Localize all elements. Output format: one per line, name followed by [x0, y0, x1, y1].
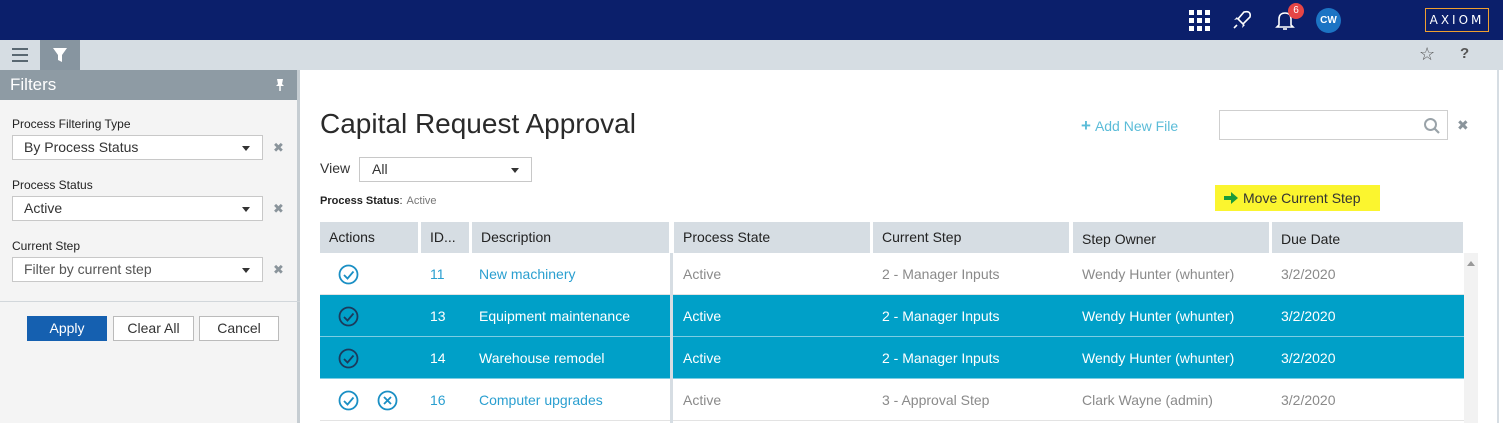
cell-current-step: 3 - Approval Step [882, 392, 990, 408]
clear-all-button[interactable]: Clear All [113, 316, 194, 341]
clear-search-icon[interactable]: ✖ [1457, 117, 1469, 134]
cell-description[interactable]: Computer upgrades [470, 379, 603, 421]
view-label: View [320, 160, 351, 176]
user-avatar[interactable]: CW [1316, 8, 1341, 33]
column-header-actions[interactable]: Actions [320, 222, 418, 253]
view-select[interactable]: All [359, 157, 532, 182]
add-new-file-label: Add New File [1094, 118, 1179, 134]
search-icon[interactable] [1423, 117, 1441, 135]
current-step-select[interactable]: Filter by current step [12, 257, 263, 282]
vertical-scrollbar[interactable] [1464, 253, 1478, 423]
approve-check-icon[interactable] [338, 264, 359, 285]
reject-x-icon[interactable] [377, 390, 398, 411]
column-header-process-state[interactable]: Process State [674, 222, 870, 253]
clear-process-filtering-type-icon[interactable]: ✖ [273, 140, 284, 156]
chevron-down-icon [242, 146, 250, 151]
frozen-column-separator [670, 253, 673, 423]
approve-check-icon[interactable] [338, 348, 359, 369]
axiom-logo: AXIOM [1425, 8, 1489, 32]
plus-icon: + [1081, 116, 1091, 135]
column-header-id[interactable]: ID... [421, 222, 469, 253]
process-status-select[interactable]: Active [12, 196, 263, 221]
process-status-summary: Process Status: Active [320, 195, 437, 207]
cell-due-date: 3/2/2020 [1281, 266, 1336, 282]
cell-due-date: 3/2/2020 [1281, 392, 1336, 408]
table-header-row: Actions ID... Description Process State … [320, 222, 1464, 253]
current-step-label: Current Step [12, 239, 81, 253]
funnel-icon [53, 48, 67, 62]
notification-count-badge: 6 [1288, 3, 1304, 19]
approve-check-icon[interactable] [338, 306, 359, 327]
table-row[interactable]: 11 New machinery Active 2 - Manager Inputs W… [320, 253, 1464, 295]
move-current-step-label: Move Current Step [1243, 190, 1361, 206]
cell-current-step: 2 - Manager Inputs [882, 266, 1000, 282]
cell-description[interactable]: New machinery [470, 253, 575, 295]
scroll-up-icon[interactable] [1467, 261, 1475, 266]
cell-step-owner: Wendy Hunter (whunter) [1082, 350, 1235, 366]
cell-step-owner: Wendy Hunter (whunter) [1082, 266, 1235, 282]
clear-current-step-icon[interactable]: ✖ [273, 262, 284, 278]
filters-divider [0, 301, 300, 302]
approve-check-icon[interactable] [338, 390, 359, 411]
filter-toggle-button[interactable] [40, 40, 80, 70]
chevron-down-icon [242, 268, 250, 273]
move-current-step-button[interactable]: Move Current Step [1215, 185, 1380, 211]
right-edge-border [1497, 70, 1499, 423]
clear-process-status-icon[interactable]: ✖ [273, 201, 284, 217]
process-status-summary-label: Process Status [320, 195, 400, 207]
cell-step-owner: Clark Wayne (admin) [1082, 392, 1213, 408]
filters-panel-header: Filters [0, 70, 297, 100]
cell-process-state: Active [683, 308, 722, 324]
hamburger-menu-icon[interactable] [0, 40, 40, 70]
cell-due-date: 3/2/2020 [1281, 350, 1336, 366]
cell-process-state: Active [683, 392, 722, 408]
process-status-value: Active [24, 200, 63, 216]
cell-id[interactable]: 14 [421, 337, 446, 379]
column-header-description[interactable]: Description [472, 222, 669, 253]
chevron-down-icon [242, 207, 250, 212]
process-filtering-type-value: By Process Status [24, 139, 139, 155]
pin-icon[interactable] [275, 78, 285, 92]
filters-title: Filters [10, 75, 57, 94]
cell-id[interactable]: 13 [421, 295, 446, 337]
cell-id[interactable]: 11 [421, 253, 445, 295]
arrow-right-icon [1224, 192, 1238, 204]
cell-due-date: 3/2/2020 [1281, 308, 1336, 324]
cell-current-step: 2 - Manager Inputs [882, 350, 1000, 366]
apply-button[interactable]: Apply [27, 316, 107, 341]
cell-id[interactable]: 16 [421, 379, 446, 421]
process-filtering-type-label: Process Filtering Type [12, 117, 131, 131]
help-icon[interactable]: ? [1460, 45, 1469, 62]
process-status-label: Process Status [12, 178, 93, 192]
process-status-summary-value: Active [406, 195, 437, 207]
search-input[interactable] [1219, 110, 1448, 140]
chevron-down-icon [511, 168, 519, 173]
page-title: Capital Request Approval [320, 108, 636, 139]
column-header-current-step[interactable]: Current Step [873, 222, 1069, 253]
toolbar [0, 40, 1503, 70]
table-row[interactable]: 14 Warehouse remodel Active 2 - Manager Inp… [320, 337, 1464, 379]
current-step-placeholder: Filter by current step [24, 261, 152, 277]
top-navigation-bar: 6 CW AXIOM [0, 0, 1503, 40]
filters-panel: Filters Process Filtering Type By Proces… [0, 70, 300, 423]
column-header-due-date[interactable]: Due Date [1272, 222, 1463, 253]
add-new-file-link[interactable]: + Add New File [1081, 116, 1178, 136]
table-row[interactable]: 16 Computer upgrades Active 3 - Approval St… [320, 379, 1464, 421]
cancel-button[interactable]: Cancel [199, 316, 279, 341]
table-row[interactable]: 13 Equipment maintenance Active 2 - Manager… [320, 295, 1464, 337]
column-header-step-owner[interactable]: Step Owner [1073, 222, 1269, 253]
process-table: Actions ID... Description Process State … [320, 222, 1464, 423]
view-value: All [372, 161, 388, 177]
cell-step-owner: Wendy Hunter (whunter) [1082, 308, 1235, 324]
rocket-icon[interactable] [1230, 8, 1254, 32]
cell-process-state: Active [683, 350, 722, 366]
apps-grid-icon[interactable] [1187, 8, 1211, 32]
cell-description[interactable]: Warehouse remodel [470, 337, 605, 379]
cell-process-state: Active [683, 266, 722, 282]
cell-current-step: 2 - Manager Inputs [882, 308, 1000, 324]
process-filtering-type-select[interactable]: By Process Status [12, 135, 263, 160]
star-icon[interactable]: ☆ [1419, 44, 1435, 65]
cell-description[interactable]: Equipment maintenance [470, 295, 630, 337]
